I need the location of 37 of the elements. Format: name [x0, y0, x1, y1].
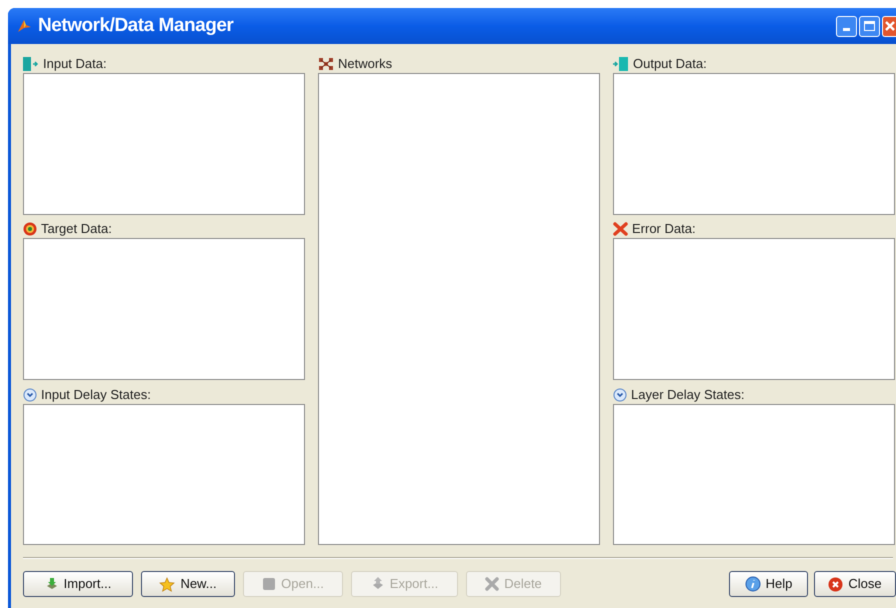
panel-label: Input Delay States: — [41, 388, 151, 402]
arrow-box-icon — [23, 57, 39, 71]
close-icon — [884, 21, 894, 31]
data-list[interactable] — [613, 238, 895, 380]
arrow-box-icon — [613, 57, 629, 71]
star-icon — [159, 576, 176, 592]
dialog-button[interactable]: New... — [141, 571, 235, 597]
dialog-button[interactable]: Import... — [23, 571, 133, 597]
dialog-button[interactable]: Close — [814, 571, 896, 597]
window-title: Network/Data Manager — [38, 14, 234, 38]
panel-label: Layer Delay States: — [631, 388, 744, 402]
maximize-button[interactable] — [859, 16, 880, 36]
close-icon — [828, 576, 844, 592]
panel-label: Output Data: — [633, 57, 707, 71]
data-list[interactable] — [613, 404, 895, 545]
import-icon — [44, 577, 59, 591]
dialog-button[interactable]: Help — [729, 571, 808, 597]
data-list[interactable] — [23, 73, 305, 215]
panel-label: Input Data: — [43, 57, 107, 71]
square-icon — [262, 577, 276, 591]
target-icon — [23, 222, 37, 236]
close-button[interactable] — [882, 16, 896, 36]
info-icon — [744, 576, 761, 592]
panel-label: Networks — [338, 57, 392, 71]
data-list[interactable] — [613, 73, 895, 215]
minimize-button[interactable] — [836, 16, 857, 36]
export-icon — [370, 577, 385, 591]
network-icon — [318, 57, 334, 71]
app-icon — [16, 18, 32, 34]
panel-label: Error Data: — [632, 222, 696, 236]
panel-label: Target Data: — [41, 222, 112, 236]
data-list[interactable] — [23, 404, 305, 545]
chevron-circle-icon — [613, 388, 627, 402]
cross-icon — [485, 577, 500, 591]
data-list[interactable] — [23, 238, 305, 380]
chevron-circle-icon — [23, 388, 37, 402]
cross-icon — [613, 222, 628, 236]
